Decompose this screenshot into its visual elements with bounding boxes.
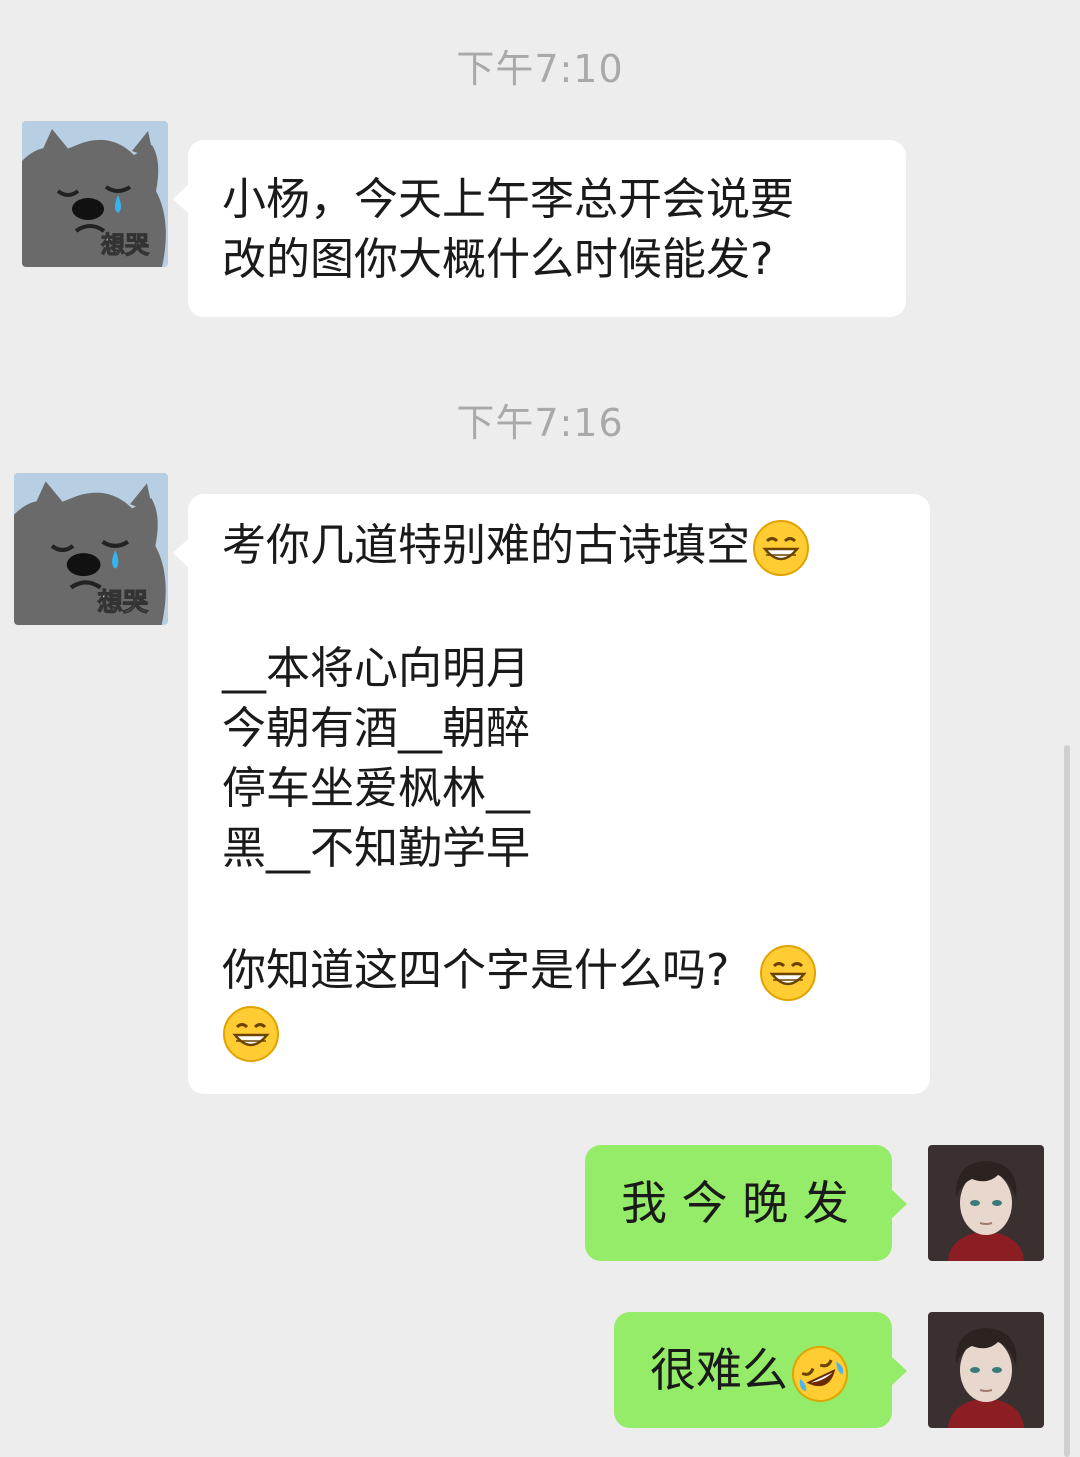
message-text: 小杨，今天上午李总开会说要 [222, 174, 794, 225]
message-text-content: 很难么 [650, 1343, 788, 1397]
incoming-message-bubble[interactable]: 考你几道特别难的古诗填空 __本将心向明月 今朝有酒__朝醉 停车坐爱枫林__ … [173, 494, 930, 1094]
grinning-face-emoji-icon [223, 1006, 279, 1062]
avatar-badge-text: 想哭 [101, 231, 150, 259]
my-avatar[interactable] [928, 1312, 1044, 1428]
message-text: 改的图你大概什么时候能发? [222, 234, 774, 285]
user-portrait-avatar-icon [928, 1312, 1044, 1428]
message-text: 考你几道特别难的古诗填空 [222, 516, 900, 577]
message-text: 你知道这四个字是什么吗? [222, 941, 900, 1002]
timestamp: 下午7:10 [456, 47, 624, 91]
crying-dog-avatar-icon: 想哭 [22, 121, 168, 267]
grinning-face-emoji-icon [753, 520, 809, 576]
contact-avatar[interactable]: 想哭 [14, 473, 168, 625]
poem-line: 停车坐爱枫林__ [222, 763, 530, 814]
message-text: 很难么 [650, 1340, 892, 1404]
grinning-face-emoji-icon [760, 945, 817, 1001]
poem-line: 今朝有酒__朝醉 [222, 703, 530, 754]
message-text: 我 今 晚 发 [621, 1176, 849, 1230]
timestamp: 下午7:16 [456, 401, 624, 445]
chat-scrollbar[interactable] [1064, 745, 1070, 1457]
avatar-badge-text: 想哭 [97, 588, 148, 617]
my-avatar[interactable] [928, 1145, 1044, 1261]
outgoing-message-bubble[interactable]: 很难么 [614, 1312, 907, 1428]
outgoing-message-bubble[interactable]: 我 今 晚 发 [585, 1145, 907, 1261]
user-portrait-avatar-icon [928, 1145, 1044, 1261]
poem-line: __本将心向明月 [222, 643, 530, 694]
contact-avatar[interactable]: 想哭 [22, 121, 168, 267]
incoming-message-bubble[interactable]: 小杨，今天上午李总开会说要 改的图你大概什么时候能发? [173, 140, 906, 317]
message-intro-text: 考你几道特别难的古诗填空 [222, 520, 750, 571]
poem-line: 黑__不知勤学早 [222, 823, 530, 874]
question-text: 你知道这四个字是什么吗? [222, 945, 730, 996]
rolling-laughing-emoji-icon [792, 1345, 848, 1402]
crying-dog-avatar-icon: 想哭 [14, 473, 168, 625]
